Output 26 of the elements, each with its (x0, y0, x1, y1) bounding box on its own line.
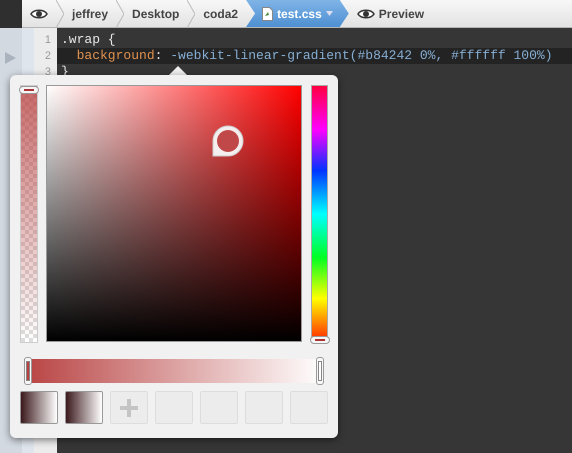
caret-icon (326, 11, 333, 16)
add-swatch-button[interactable] (110, 391, 148, 424)
gradient-swatch[interactable] (65, 391, 103, 424)
plus-icon (120, 398, 138, 416)
file-icon (262, 6, 274, 20)
breadcrumb-item[interactable]: Preview (348, 0, 432, 27)
gradient-stop[interactable] (24, 357, 32, 385)
opacity-slider[interactable] (20, 85, 38, 343)
eye-icon (30, 8, 48, 20)
toolbar-corner (0, 0, 22, 28)
hue-slider[interactable] (311, 85, 328, 343)
slider-thumb[interactable] (19, 86, 39, 94)
color-field[interactable] (46, 85, 302, 342)
gradient-bar[interactable] (24, 357, 324, 385)
slider-thumb[interactable] (310, 336, 330, 344)
gradient-swatch[interactable] (20, 391, 58, 424)
code-line: .wrap { (60, 32, 117, 48)
line-number: 3 (44, 65, 52, 80)
breadcrumb-item[interactable]: coda2 (195, 0, 246, 27)
line-number: 1 (44, 33, 52, 48)
gradient-stop[interactable] (316, 357, 324, 385)
line-number: 2 (44, 49, 52, 64)
color-picker-handle[interactable] (210, 124, 245, 158)
eye-icon (356, 8, 375, 20)
breadcrumb-item[interactable]: jeffrey (64, 0, 116, 27)
breadcrumb-item[interactable]: Desktop (124, 0, 188, 27)
